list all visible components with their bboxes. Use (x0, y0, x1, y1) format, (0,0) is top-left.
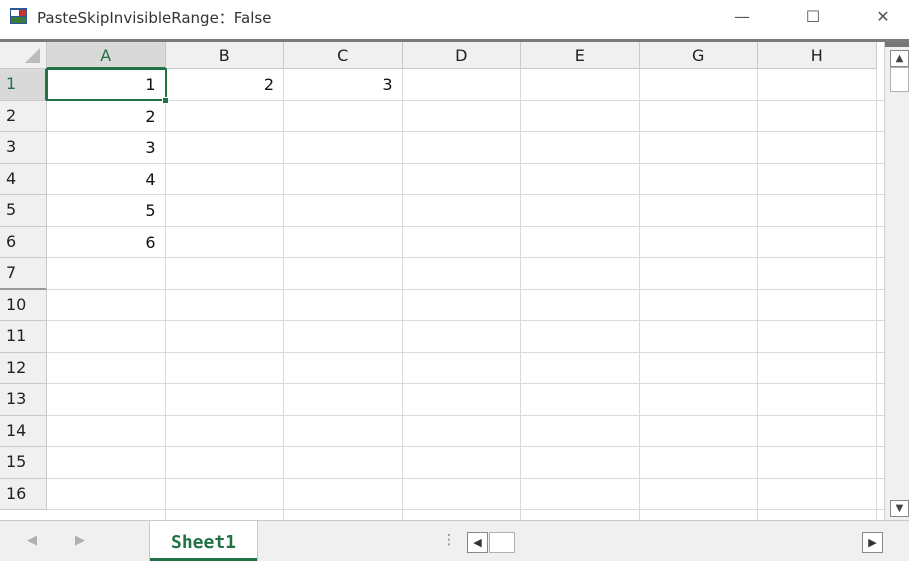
scroll-left-icon: ◀ (473, 536, 482, 549)
horizontal-scrollbar[interactable]: ◀ ▶ (467, 532, 885, 553)
row-header-10[interactable]: 10 (0, 289, 47, 321)
cell-c1[interactable]: 3 (284, 69, 403, 100)
row-header-1[interactable]: 1 (0, 69, 47, 101)
close-button[interactable]: ✕ (860, 0, 906, 33)
select-all-corner[interactable] (0, 42, 47, 69)
row-header-3[interactable]: 3 (0, 132, 47, 164)
scroll-right-icon: ▶ (868, 536, 877, 549)
horizontal-scroll-thumb[interactable] (489, 532, 515, 553)
row-header-15[interactable]: 15 (0, 447, 47, 479)
row-header-13[interactable]: 13 (0, 384, 47, 416)
active-cell-border (46, 68, 167, 101)
row-header-16[interactable]: 16 (0, 478, 47, 510)
row-header-5[interactable]: 5 (0, 195, 47, 227)
row-header-11[interactable]: 11 (0, 321, 47, 353)
gridline-horizontal (47, 351, 884, 353)
cell-b1[interactable]: 2 (166, 69, 285, 100)
gridline-horizontal (47, 162, 884, 164)
gridline-horizontal (47, 414, 884, 416)
gridline-vertical (283, 69, 284, 520)
scroll-right-button[interactable]: ▶ (862, 532, 883, 553)
gridline-vertical (757, 69, 758, 520)
cell-a3[interactable]: 3 (47, 132, 166, 163)
app-icon (10, 8, 27, 24)
minimize-icon: — (734, 7, 750, 26)
gridline-horizontal (47, 477, 884, 479)
window-title: PasteSkipInvisibleRange：False (37, 9, 272, 27)
scroll-down-button[interactable]: ▼ (890, 500, 909, 517)
gridline-horizontal (47, 257, 884, 258)
scroll-down-icon: ▼ (895, 503, 904, 514)
tab-splitter-icon[interactable]: ⋮ (442, 532, 456, 548)
vertical-scroll-thumb[interactable] (890, 67, 909, 92)
tab-next-icon[interactable]: ▶ (75, 533, 85, 548)
gridline-horizontal (47, 320, 884, 321)
gridline-horizontal (47, 383, 884, 384)
gridline-vertical (638, 69, 640, 520)
column-header-e[interactable]: E (521, 42, 640, 69)
scroll-up-button[interactable]: ▲ (890, 50, 909, 67)
gridline-horizontal (47, 509, 884, 510)
gridline-vertical (401, 69, 403, 520)
gridline-horizontal (47, 225, 884, 227)
fill-handle[interactable] (162, 97, 169, 104)
gridline-vertical (520, 69, 521, 520)
column-header-c[interactable]: C (284, 42, 403, 69)
cell-a2[interactable]: 2 (47, 101, 166, 132)
gridline-horizontal (47, 446, 884, 447)
vertical-scrollbar[interactable]: ▲ ▼ (884, 42, 909, 520)
cell-a6[interactable]: 6 (47, 227, 166, 258)
row-header-12[interactable]: 12 (0, 352, 47, 384)
split-box[interactable] (885, 42, 909, 47)
column-header-b[interactable]: B (165, 42, 284, 69)
column-header-h[interactable]: H (758, 42, 877, 69)
sheet-tab-bar: ◀ ▶ Sheet1 ⋮ ◀ ▶ (0, 520, 909, 561)
sheet-tab-label: Sheet1 (170, 532, 237, 553)
column-header-a[interactable]: A (47, 42, 166, 69)
row-header-6[interactable]: 6 (0, 226, 47, 258)
column-header-d[interactable]: D (402, 42, 521, 69)
title-bar: PasteSkipInvisibleRange：False — ☐ ✕ (0, 0, 909, 33)
sheet-tab-sheet1[interactable]: Sheet1 (149, 521, 258, 561)
column-header-g[interactable]: G (639, 42, 758, 69)
cell-a5[interactable]: 5 (47, 195, 166, 226)
gridline-horizontal (47, 194, 884, 195)
row-header-4[interactable]: 4 (0, 163, 47, 195)
tab-prev-icon[interactable]: ◀ (27, 533, 37, 548)
row-header-14[interactable]: 14 (0, 415, 47, 447)
minimize-button[interactable]: — (719, 0, 765, 33)
maximize-icon: ☐ (805, 7, 821, 26)
spreadsheet-grid[interactable]: A B C D E G H 1 2 3 4 5 6 7 10 11 12 13 14 15 16 1 2 3 2 3 4 5 6 (0, 42, 884, 520)
close-icon: ✕ (876, 7, 890, 26)
select-all-icon (25, 48, 40, 63)
cell-a4[interactable]: 4 (47, 164, 166, 195)
maximize-button[interactable]: ☐ (790, 0, 836, 33)
scroll-left-button[interactable]: ◀ (467, 532, 488, 553)
scroll-up-icon: ▲ (895, 53, 904, 64)
row-header-2[interactable]: 2 (0, 100, 47, 132)
gridline-horizontal (47, 288, 884, 290)
gridline-horizontal (47, 131, 884, 132)
row-header-7[interactable]: 7 (0, 258, 47, 290)
gridline-vertical (875, 69, 877, 520)
